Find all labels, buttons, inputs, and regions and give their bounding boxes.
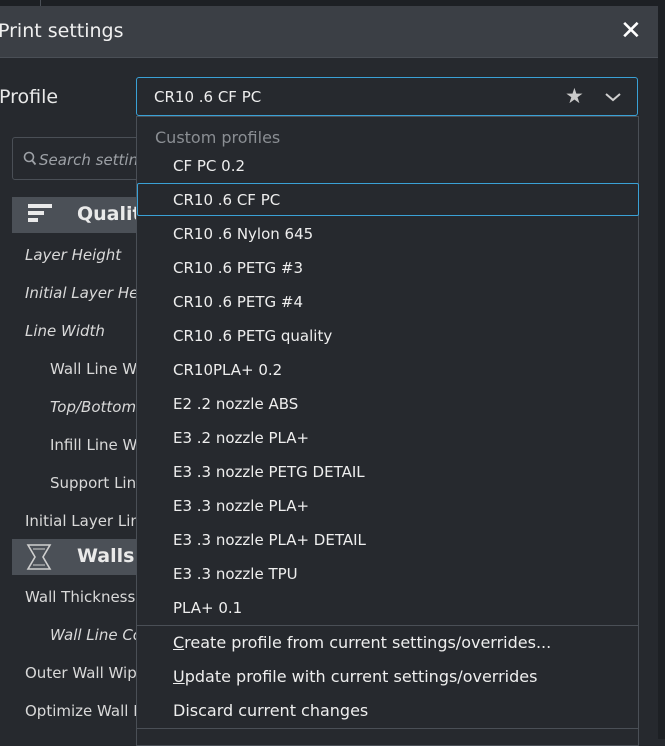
quality-lines-icon (28, 204, 52, 222)
dropdown-group-label: Custom profiles (155, 128, 281, 147)
section-label-walls: Walls (77, 545, 135, 567)
window-title: Print settings (0, 20, 124, 42)
create-mnemonic: C (173, 633, 185, 652)
search-settings-field[interactable]: Search settings (12, 137, 155, 180)
title-bar: Print settings ✕ (0, 6, 658, 58)
menu-separator (137, 728, 638, 729)
update-mnemonic: U (173, 667, 185, 686)
setting-wall-thickness[interactable]: Wall Thickness (25, 588, 135, 606)
profile-option[interactable]: E3 .3 nozzle PETG DETAIL (173, 463, 365, 481)
chevron-down-icon[interactable] (603, 87, 623, 107)
search-icon (23, 151, 37, 166)
profile-selected-value: CR10 .6 CF PC (154, 88, 262, 106)
profile-option-selected[interactable]: CR10 .6 CF PC (173, 191, 280, 209)
setting-layer-height[interactable]: Layer Height (25, 246, 121, 264)
update-label: pdate profile with current settings/over… (184, 667, 538, 686)
profile-option[interactable]: E3 .3 nozzle PLA+ (173, 497, 309, 515)
profile-option[interactable]: E3 .3 nozzle PLA+ DETAIL (173, 531, 366, 549)
profile-option[interactable]: CR10 .6 Nylon 645 (173, 225, 313, 243)
profile-option[interactable]: CR10 .6 PETG #3 (173, 259, 303, 277)
window-edge (658, 6, 665, 739)
setting-line-width[interactable]: Line Width (25, 322, 105, 340)
profile-option[interactable]: CR10 .6 PETG #4 (173, 293, 303, 311)
menu-separator (137, 625, 638, 626)
profile-option[interactable]: CR10 .6 PETG quality (173, 327, 332, 345)
profile-selector[interactable]: CR10 .6 CF PC ★ (136, 77, 638, 116)
profile-option[interactable]: PLA+ 0.1 (173, 599, 242, 617)
profile-option[interactable]: E3 .2 nozzle PLA+ (173, 429, 309, 447)
create-label: reate profile from current settings/over… (184, 633, 552, 652)
profile-option[interactable]: E3 .3 nozzle TPU (173, 565, 298, 583)
create-profile-action[interactable]: Create profile from current settings/ove… (173, 633, 551, 652)
discard-changes-action[interactable]: Discard current changes (173, 701, 368, 720)
profile-option[interactable]: CF PC 0.2 (173, 157, 245, 175)
close-icon[interactable]: ✕ (620, 18, 642, 44)
profile-option[interactable]: E2 .2 nozzle ABS (173, 395, 298, 413)
profile-dropdown-menu: Custom profiles CF PC 0.2 CR10 .6 CF PC … (136, 116, 639, 746)
walls-icon (26, 544, 52, 570)
section-header-quality[interactable]: Quality (12, 197, 154, 233)
profile-label: Profile (0, 86, 59, 108)
profile-option[interactable]: CR10PLA+ 0.2 (173, 361, 282, 379)
update-profile-action[interactable]: Update profile with current settings/ove… (173, 667, 537, 686)
star-icon[interactable]: ★ (565, 84, 584, 108)
section-header-walls[interactable]: Walls (12, 539, 152, 575)
